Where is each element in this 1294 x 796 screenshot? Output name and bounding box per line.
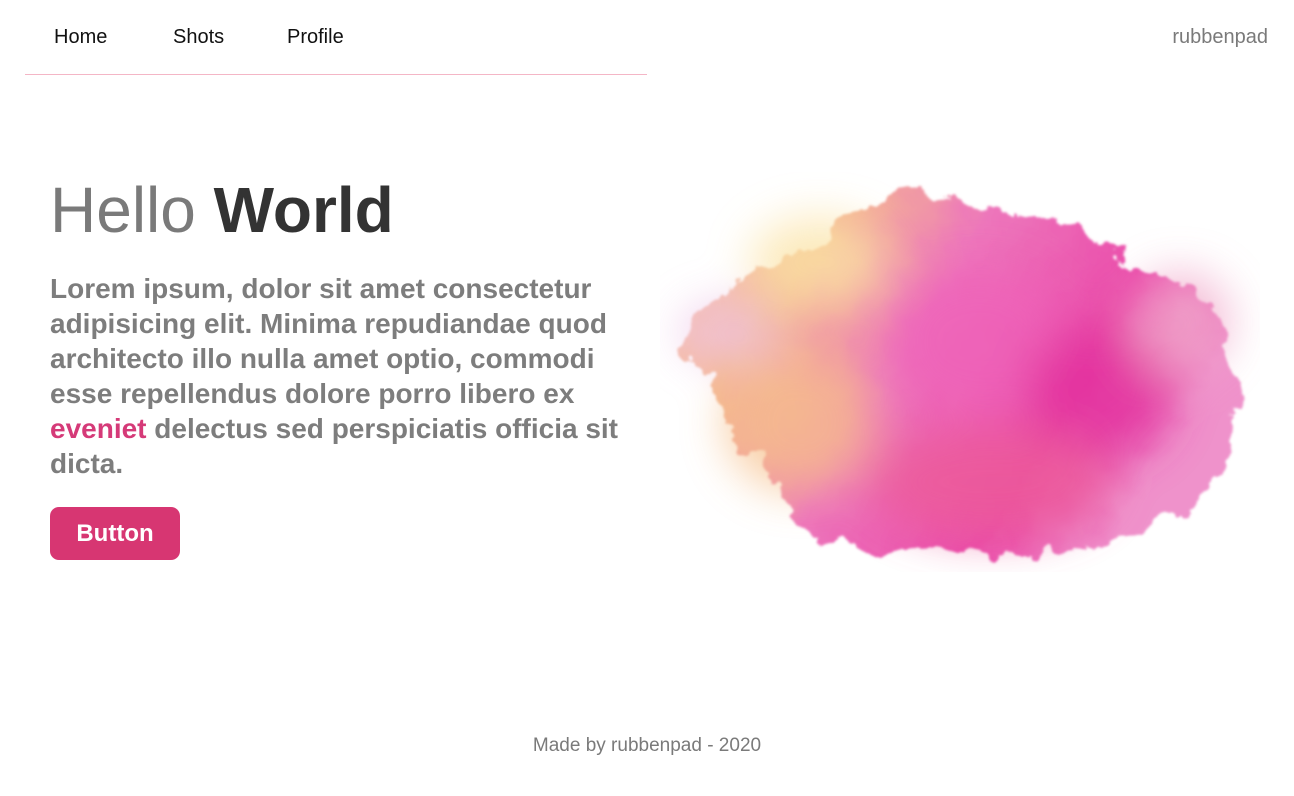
- hero-paragraph: Lorem ipsum, dolor sit amet consectetur …: [50, 271, 630, 481]
- nav-link-shots[interactable]: Shots: [173, 26, 224, 48]
- brand-name: rubbenpad: [1172, 26, 1268, 48]
- watercolor-splash-icon: [680, 195, 1237, 556]
- watercolor-splash-image: [660, 172, 1260, 572]
- hero-title-light: Hello: [50, 174, 196, 246]
- hero-title: Hello World: [50, 172, 394, 248]
- main-nav: Home Shots Profile: [25, 0, 647, 75]
- nav-link-profile[interactable]: Profile: [287, 26, 344, 48]
- hero-button[interactable]: Button: [50, 507, 180, 560]
- footer-credit: Made by rubbenpad - 2020: [532, 735, 762, 756]
- hero-paragraph-accent: eveniet: [50, 413, 147, 444]
- hero-title-bold: World: [213, 174, 394, 246]
- page: Home Shots Profile rubbenpad Hello World…: [0, 0, 1294, 796]
- nav-link-home[interactable]: Home: [54, 26, 107, 48]
- hero-paragraph-text: Lorem ipsum, dolor sit amet consectetur …: [50, 273, 607, 409]
- footer: Made by rubbenpad - 2020: [0, 735, 1294, 757]
